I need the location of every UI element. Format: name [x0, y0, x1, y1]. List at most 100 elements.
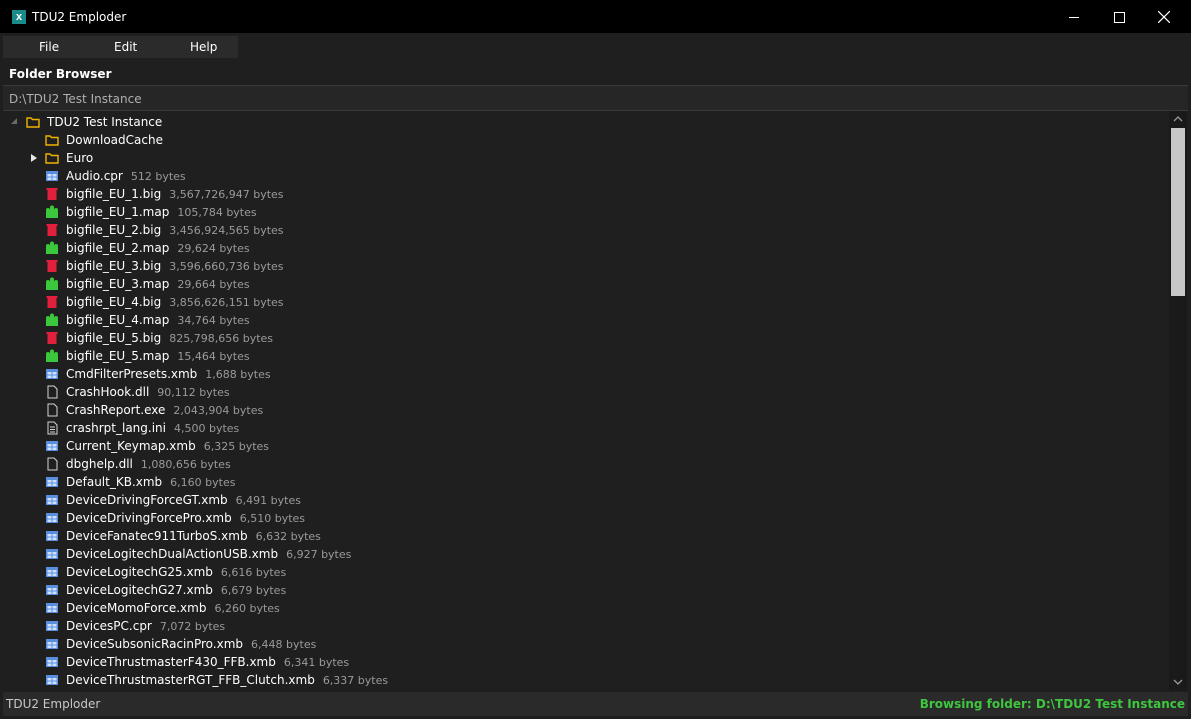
tree-item-label: bigfile_EU_4.map 34,764 bytes	[66, 312, 250, 329]
menu-help[interactable]: Help	[190, 36, 217, 58]
tree-file-row[interactable]: bigfile_EU_3.map 29,664 bytes	[3, 275, 1163, 293]
tree-file-row[interactable]: DeviceDrivingForcePro.xmb 6,510 bytes	[3, 509, 1163, 527]
grid-file-icon	[46, 549, 58, 559]
tree-item-label: bigfile_EU_1.map 105,784 bytes	[66, 204, 257, 221]
file-size: 29,664 bytes	[177, 278, 250, 291]
menu-edit[interactable]: Edit	[114, 36, 137, 58]
tree-file-row[interactable]: DeviceSubsonicRacinPro.xmb 6,448 bytes	[3, 635, 1163, 653]
grid-file-icon	[46, 495, 58, 505]
file-name: DeviceSubsonicRacinPro.xmb	[66, 637, 244, 651]
tree-file-row[interactable]: DeviceLogitechDualActionUSB.xmb 6,927 byt…	[3, 545, 1163, 563]
tree-item-label: DevicesPC.cpr 7,072 bytes	[66, 618, 225, 635]
map-file-icon	[46, 349, 58, 362]
tree-item-label: Euro	[66, 150, 93, 166]
tree-file-row[interactable]: bigfile_EU_5.map 15,464 bytes	[3, 347, 1163, 365]
tree-item-label: DeviceLogitechDualActionUSB.xmb 6,927 byt…	[66, 546, 351, 563]
file-size: 6,337 bytes	[322, 674, 389, 687]
minimize-button[interactable]	[1051, 0, 1097, 33]
maximize-button[interactable]	[1096, 0, 1142, 33]
tree-file-row[interactable]: CmdFilterPresets.xmb 1,688 bytes	[3, 365, 1163, 383]
tree-file-row[interactable]: CrashReport.exe 2,043,904 bytes	[3, 401, 1163, 419]
tree-file-row[interactable]: DeviceMomoForce.xmb 6,260 bytes	[3, 599, 1163, 617]
file-size: 90,112 bytes	[157, 386, 230, 399]
tree-file-row[interactable]: bigfile_EU_4.map 34,764 bytes	[3, 311, 1163, 329]
tree-file-row[interactable]: bigfile_EU_2.big 3,456,924,565 bytes	[3, 221, 1163, 239]
scroll-down-button[interactable]	[1169, 674, 1187, 690]
bigfile-icon	[46, 188, 58, 200]
blank-file-icon	[47, 457, 58, 471]
tree-file-row[interactable]: CrashHook.dll 90,112 bytes	[3, 383, 1163, 401]
tree-file-row[interactable]: bigfile_EU_5.big 825,798,656 bytes	[3, 329, 1163, 347]
tree-item-label: Default_KB.xmb 6,160 bytes	[66, 474, 235, 491]
tree-item-label: DeviceSubsonicRacinPro.xmb 6,448 bytes	[66, 636, 316, 653]
file-size: 512 bytes	[130, 170, 186, 183]
path-bar[interactable]	[3, 86, 1188, 110]
file-size: 6,341 bytes	[283, 656, 350, 669]
menu-file[interactable]: File	[39, 36, 59, 58]
file-name: Current_Keymap.xmb	[66, 439, 196, 453]
folder-tree[interactable]: TDU2 Test Instance DownloadCache Euro Audi…	[3, 111, 1169, 691]
folder-browser-title: Folder Browser	[9, 67, 112, 81]
file-name: bigfile_EU_3.map	[66, 277, 170, 291]
file-size: 825,798,656 bytes	[169, 332, 274, 345]
tree-file-row[interactable]: DeviceFanatec911TurboS.xmb 6,632 bytes	[3, 527, 1163, 545]
tree-file-row[interactable]: DeviceLogitechG27.xmb 6,679 bytes	[3, 581, 1163, 599]
file-size: 6,325 bytes	[203, 440, 270, 453]
tree-folder-row[interactable]: Euro	[3, 149, 1163, 167]
tree-folder-row[interactable]: DownloadCache	[3, 131, 1163, 149]
grid-file-icon	[46, 675, 58, 685]
file-size: 6,448 bytes	[251, 638, 317, 651]
tree-item-label: Audio.cpr 512 bytes	[66, 168, 186, 185]
tree-file-row[interactable]: DeviceThrustmasterRGT_FFB_Clutch.xmb 6,33…	[3, 671, 1163, 689]
tree-root-label: TDU2 Test Instance	[47, 115, 163, 129]
folder-icon	[26, 117, 40, 128]
tree-item-label: Current_Keymap.xmb 6,325 bytes	[66, 438, 269, 455]
tree-file-row[interactable]: DeviceThrustmasterF430_FFB.xmb 6,341 byte…	[3, 653, 1163, 671]
tree-file-row[interactable]: bigfile_EU_1.big 3,567,726,947 bytes	[3, 185, 1163, 203]
tree-file-row[interactable]: bigfile_EU_2.map 29,624 bytes	[3, 239, 1163, 257]
map-file-icon	[46, 277, 58, 290]
tree-file-row[interactable]: DeviceLogitechG25.xmb 6,616 bytes	[3, 563, 1163, 581]
file-size: 6,927 bytes	[286, 548, 352, 561]
map-file-icon	[46, 205, 58, 218]
file-name: Default_KB.xmb	[66, 475, 163, 489]
tree-item-label: bigfile_EU_3.map 29,664 bytes	[66, 276, 250, 293]
tree-file-row[interactable]: Audio.cpr 512 bytes	[3, 167, 1163, 185]
file-size: 6,632 bytes	[255, 530, 321, 543]
file-name: DeviceLogitechG27.xmb	[66, 583, 213, 597]
file-name: CrashHook.dll	[66, 385, 150, 399]
tree-file-row[interactable]: crashrpt_lang.ini 4,500 bytes	[3, 419, 1163, 437]
tree-file-row[interactable]: dbghelp.dll 1,080,656 bytes	[3, 455, 1163, 473]
tree-file-row[interactable]: bigfile_EU_4.big 3,856,626,151 bytes	[3, 293, 1163, 311]
title-bar[interactable]: x TDU2 Emploder	[0, 0, 1191, 33]
file-name: bigfile_EU_5.big	[66, 331, 162, 345]
current-path[interactable]: D:\TDU2 Test Instance	[9, 91, 142, 107]
expand-arrow-icon[interactable]	[31, 154, 37, 162]
file-size: 7,072 bytes	[159, 620, 226, 633]
tree-file-row[interactable]: bigfile_EU_3.big 3,596,660,736 bytes	[3, 257, 1163, 275]
chevron-up-icon	[1173, 116, 1183, 122]
tree-file-row[interactable]: Current_Keymap.xmb 6,325 bytes	[3, 437, 1163, 455]
tree-file-row[interactable]: bigfile_EU_1.map 105,784 bytes	[3, 203, 1163, 221]
status-app-name: TDU2 Emploder	[6, 697, 101, 711]
app-window: x TDU2 Emploder File Edit Help Folder Br…	[0, 0, 1191, 719]
file-size: 6,616 bytes	[220, 566, 287, 579]
tree-file-row[interactable]: DeviceDrivingForceGT.xmb 6,491 bytes	[3, 491, 1163, 509]
file-name: dbghelp.dll	[66, 457, 133, 471]
tree-file-row[interactable]: DevicesPC.cpr 7,072 bytes	[3, 617, 1163, 635]
file-name: bigfile_EU_1.big	[66, 187, 162, 201]
scroll-up-button[interactable]	[1169, 111, 1187, 127]
file-name: DeviceThrustmasterF430_FFB.xmb	[66, 655, 276, 669]
scrollbar-thumb[interactable]	[1171, 128, 1185, 296]
file-size: 105,784 bytes	[177, 206, 257, 219]
tree-root-row[interactable]: TDU2 Test Instance	[3, 113, 1163, 131]
file-size: 34,764 bytes	[177, 314, 250, 327]
minimize-icon	[1069, 17, 1079, 18]
close-button[interactable]	[1141, 0, 1187, 33]
collapse-arrow-icon[interactable]	[11, 118, 18, 125]
file-name: DeviceMomoForce.xmb	[66, 601, 207, 615]
tree-file-row[interactable]: Default_KB.xmb 6,160 bytes	[3, 473, 1163, 491]
file-name: CmdFilterPresets.xmb	[66, 367, 198, 381]
grid-file-icon	[46, 603, 58, 613]
close-icon	[1158, 11, 1170, 23]
